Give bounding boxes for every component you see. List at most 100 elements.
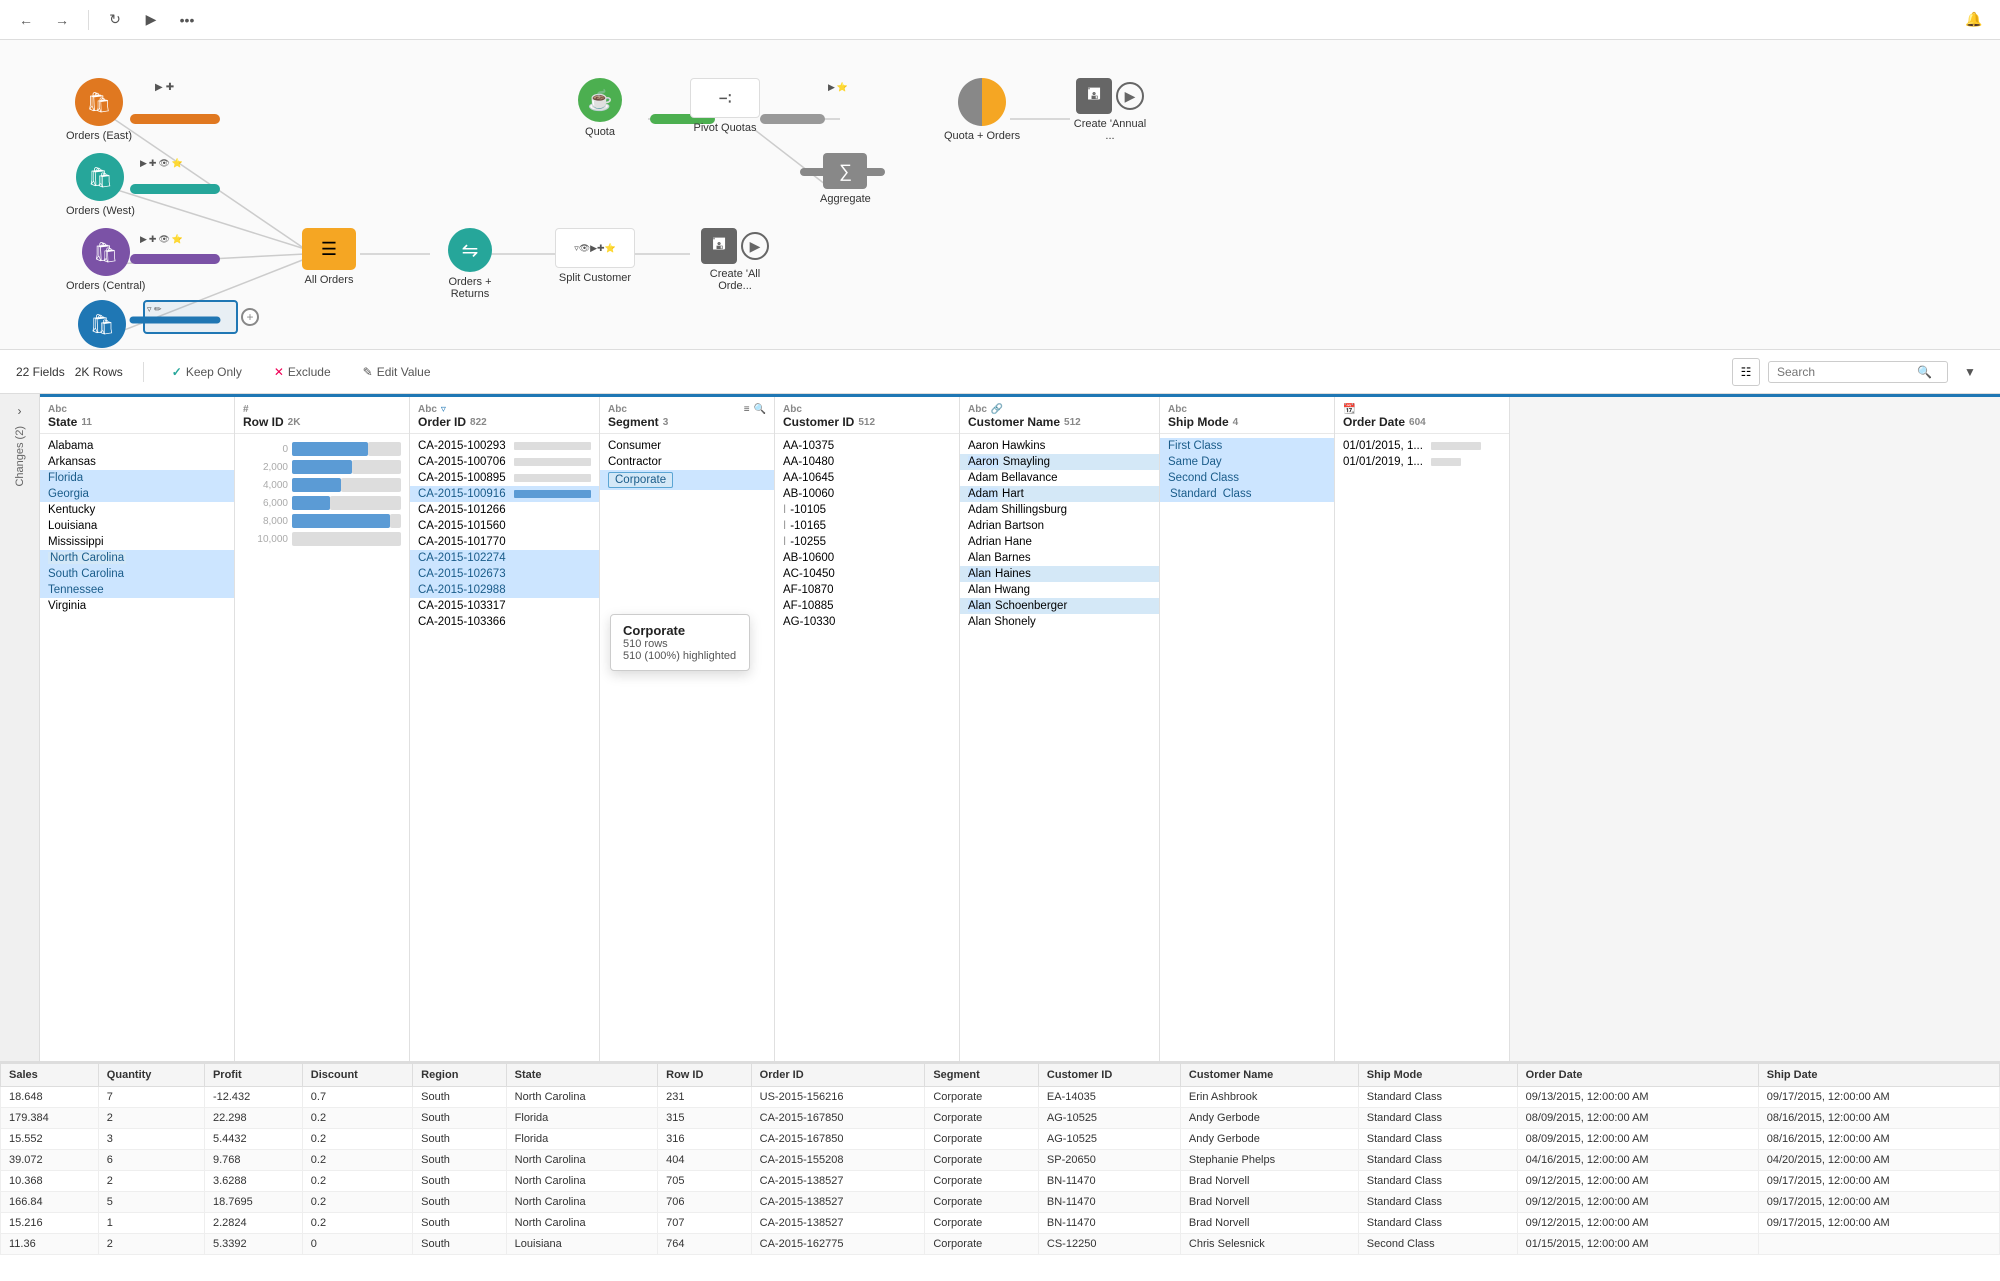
node-pivot-quotas[interactable]: ∹ Pivot Quotas (690, 78, 760, 134)
back-button[interactable]: ← (12, 6, 40, 34)
cn-v5[interactable]: Adam Shillingsburg (960, 502, 1159, 518)
node-orders-east[interactable]: 🛍 Orders (East) (66, 78, 132, 142)
state-value-louisiana[interactable]: Louisiana (40, 518, 234, 534)
table-row: 18.6487-12.4320.7SouthNorth Carolina231U… (1, 1087, 2000, 1108)
dropdown-arrow-button[interactable]: ▼ (1956, 358, 1984, 386)
order-id-v7[interactable]: CA-2015-101770 (410, 534, 599, 550)
bell-button[interactable]: 🔔 (1960, 6, 1988, 34)
sm-v4[interactable]: Standard Class (1160, 486, 1334, 502)
order-id-v4[interactable]: CA-2015-100916 (410, 486, 599, 502)
search-input[interactable] (1777, 365, 1917, 379)
cn-v11[interactable]: Alan Schoenberger (960, 598, 1159, 614)
table-cell: South (413, 1087, 507, 1108)
node-orders-west[interactable]: 🛍 Orders (West) (66, 153, 135, 217)
cid-v12[interactable]: AG-10330 (775, 614, 959, 630)
state-value-southcarolina[interactable]: South Carolina (40, 566, 234, 582)
od-v2[interactable]: 01/01/2019, 1... (1335, 454, 1509, 470)
state-value-tennessee[interactable]: Tennessee (40, 582, 234, 598)
cid-v9[interactable]: AC-10450 (775, 566, 959, 582)
cid-v11[interactable]: AF-10885 (775, 598, 959, 614)
th-row-id: Row ID (658, 1064, 752, 1087)
top-border (40, 394, 2000, 397)
order-id-v5[interactable]: CA-2015-101266 (410, 502, 599, 518)
forward-button[interactable]: → (48, 6, 76, 34)
cid-v4[interactable]: AB-10060 (775, 486, 959, 502)
order-id-v6[interactable]: CA-2015-101560 (410, 518, 599, 534)
node-aggregate[interactable]: ∑ Aggregate (820, 153, 871, 205)
refresh-button[interactable]: ↻ (101, 6, 129, 34)
order-date-header: 📆 Order Date 604 (1335, 394, 1509, 434)
exclude-button[interactable]: ✕ Exclude (266, 361, 339, 383)
more-button[interactable]: ••• (173, 6, 201, 34)
table-cell: Corporate (925, 1108, 1039, 1129)
cn-v6[interactable]: Adrian Bartson (960, 518, 1159, 534)
cn-v3[interactable]: Adam Bellavance (960, 470, 1159, 486)
node-orders-returns[interactable]: ⇋ Orders + Returns (430, 228, 510, 300)
cn-v12[interactable]: Alan Shonely (960, 614, 1159, 630)
cid-v1[interactable]: AA-10375 (775, 438, 959, 454)
node-orders-central[interactable]: 🛍 Orders (Central) (66, 228, 145, 292)
cn-v2[interactable]: Aaron Smayling (960, 454, 1159, 470)
order-id-v2[interactable]: CA-2015-100706 (410, 454, 599, 470)
sm-v2[interactable]: Same Day (1160, 454, 1334, 470)
segment-corporate[interactable]: Corporate (600, 470, 774, 490)
segment-search-icon[interactable]: 🔍 (754, 404, 766, 415)
cn-v8[interactable]: Alan Barnes (960, 550, 1159, 566)
table-cell: 0.2 (302, 1171, 412, 1192)
state-value-alabama[interactable]: Alabama (40, 438, 234, 454)
cid-v10[interactable]: AF-10870 (775, 582, 959, 598)
segment-contractor[interactable]: Contractor (600, 454, 774, 470)
cid-v5[interactable]: I-10105 (775, 502, 959, 518)
state-value-georgia[interactable]: Georgia (40, 486, 234, 502)
state-value-virginia[interactable]: Virginia (40, 598, 234, 614)
cn-v10[interactable]: Alan Hwang (960, 582, 1159, 598)
cid-v3[interactable]: AA-10645 (775, 470, 959, 486)
node-quota-orders[interactable]: Quota + Orders (944, 78, 1020, 142)
node-create-all-orde[interactable]: 🖪 ▶ Create 'All Orde... (695, 228, 775, 292)
node-create-annual[interactable]: 🖪 ▶ Create 'Annual ... (1070, 78, 1150, 142)
cn-v9[interactable]: Alan Haines (960, 566, 1159, 582)
keep-only-button[interactable]: ✓ Keep Only (164, 361, 250, 383)
cid-v7[interactable]: I-10255 (775, 534, 959, 550)
state-value-florida[interactable]: Florida (40, 470, 234, 486)
order-id-v3[interactable]: CA-2015-100895 (410, 470, 599, 486)
table-cell: Chris Selesnick (1180, 1234, 1358, 1255)
th-ship-date: Ship Date (1758, 1064, 1999, 1087)
cn-v1[interactable]: Aaron Hawkins (960, 438, 1159, 454)
side-panel-chevron[interactable]: › (18, 404, 22, 418)
south-filter-selected[interactable]: ▿ ✏ (143, 300, 238, 334)
state-value-mississippi[interactable]: Mississippi (40, 534, 234, 550)
order-id-v9[interactable]: CA-2015-102673 (410, 566, 599, 582)
node-orders-south[interactable]: 🛍 Orders (South) (66, 300, 139, 350)
state-value-northcarolina[interactable]: North Carolina (40, 550, 234, 566)
table-row: 179.384222.2980.2SouthFlorida315CA-2015-… (1, 1108, 2000, 1129)
table-cell: Louisiana (506, 1234, 657, 1255)
state-value-kentucky[interactable]: Kentucky (40, 502, 234, 518)
order-id-v1[interactable]: CA-2015-100293 (410, 438, 599, 454)
play-button[interactable]: ▶ (137, 6, 165, 34)
sm-v1[interactable]: First Class (1160, 438, 1334, 454)
cid-v2[interactable]: AA-10480 (775, 454, 959, 470)
node-split-customer[interactable]: ▿👁▶✚⭐ Split Customer (555, 228, 635, 284)
cid-v6[interactable]: I-10165 (775, 518, 959, 534)
segment-consumer[interactable]: Consumer (600, 438, 774, 454)
order-id-v11[interactable]: CA-2015-103317 (410, 598, 599, 614)
order-id-v12[interactable]: CA-2015-103366 (410, 614, 599, 630)
segment-sort-icon[interactable]: ≡ (744, 404, 750, 415)
customer-name-name: Customer Name 512 (968, 415, 1151, 429)
sm-v3[interactable]: Second Class (1160, 470, 1334, 486)
node-quota[interactable]: ☕ Quota (578, 78, 622, 138)
od-v1[interactable]: 01/01/2015, 1... (1335, 438, 1509, 454)
state-value-arkansas[interactable]: Arkansas (40, 454, 234, 470)
node-all-orders[interactable]: ☰ All Orders (302, 228, 356, 286)
cn-v7[interactable]: Adrian Hane (960, 534, 1159, 550)
add-step-button[interactable]: + (241, 308, 259, 326)
grid-view-button[interactable]: ☷ (1732, 358, 1760, 386)
cid-v8[interactable]: AB-10600 (775, 550, 959, 566)
order-id-v10[interactable]: CA-2015-102988 (410, 582, 599, 598)
cn-v4[interactable]: Adam Hart (960, 486, 1159, 502)
order-id-v8[interactable]: CA-2015-102274 (410, 550, 599, 566)
order-date-count: 604 (1409, 417, 1426, 428)
segment-tooltip: Corporate 510 rows 510 (100%) highlighte… (610, 614, 750, 671)
edit-value-button[interactable]: ✎ Edit Value (355, 361, 439, 383)
